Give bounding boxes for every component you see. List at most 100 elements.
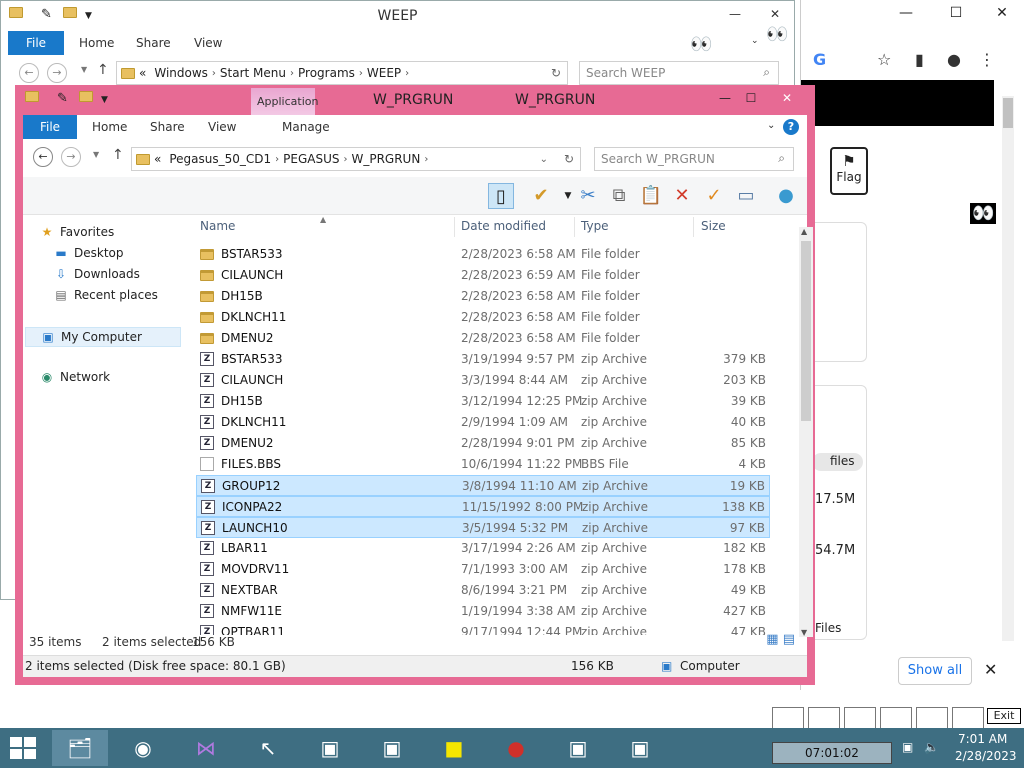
files-chip[interactable]: files <box>812 453 863 471</box>
bookmark-star-icon[interactable]: ☆ <box>877 50 891 69</box>
address-overflow[interactable]: « <box>154 152 161 166</box>
visual-studio-taskbar-icon[interactable]: ⋈ <box>178 730 234 766</box>
file-row[interactable]: Z DMENU2 2/28/1994 9:01 PM zip Archive 85 KB <box>196 433 770 454</box>
browser-minimize-button[interactable]: — <box>889 0 923 26</box>
help-icon[interactable]: ? <box>783 119 799 135</box>
nav-favorites[interactable]: ★ Favorites <box>39 225 115 239</box>
file-row[interactable]: Z GROUP12 3/8/1994 11:10 AM zip Archive 19 K… <box>196 475 770 496</box>
maximize-button[interactable]: ☐ <box>737 87 765 109</box>
properties-icon[interactable]: ✔ <box>528 183 554 209</box>
file-row[interactable]: Z MOVDRV11 7/1/1993 3:00 AM zip Archive 178 … <box>196 559 770 580</box>
back-icon[interactable]: ← <box>19 63 39 83</box>
file-row[interactable]: Z NEXTBAR 8/6/1994 3:21 PM zip Archive 49 KB <box>196 580 770 601</box>
google-icon[interactable]: G <box>813 50 826 69</box>
weep-view-tab[interactable]: View <box>194 36 222 50</box>
show-all-button[interactable]: Show all <box>898 657 972 685</box>
application-tools-tab[interactable]: Application <box>251 88 318 115</box>
address-dropdown-icon[interactable]: ⌄ <box>540 154 548 165</box>
cursor-app-taskbar-icon[interactable]: ↖ <box>240 730 296 766</box>
browser-maximize-button[interactable]: ☐ <box>939 0 973 26</box>
volume-tray-icon[interactable]: 🔈 <box>924 740 939 754</box>
weep-home-tab[interactable]: Home <box>79 36 114 50</box>
copy-icon[interactable]: ⧉ <box>606 183 632 209</box>
file-row[interactable]: DH15B 2/28/2023 6:58 AM File folder <box>196 286 770 307</box>
file-row[interactable]: Z OPTBAR11 9/17/1994 12:44 PM zip Archive 47… <box>196 622 770 635</box>
address-segment[interactable]: Windows <box>154 66 208 80</box>
file-explorer-taskbar-icon[interactable]: 🗂 <box>52 730 108 766</box>
weep-close-button[interactable]: ✕ <box>761 3 789 25</box>
nav-network[interactable]: ◉ Network <box>39 370 110 384</box>
paste-icon[interactable]: 📋 <box>638 183 664 209</box>
address-segment[interactable]: Pegasus_50_CD1 <box>169 152 271 166</box>
window-app-taskbar-icon[interactable]: ▣ <box>302 730 358 766</box>
weep-file-tab[interactable]: File <box>8 31 64 55</box>
file-row[interactable]: CILAUNCH 2/28/2023 6:59 AM File folder <box>196 265 770 286</box>
quick-access-dropdown-icon[interactable]: ▼ <box>101 95 108 105</box>
file-row[interactable]: Z LBAR11 3/17/1994 2:26 AM zip Archive 182 K… <box>196 538 770 559</box>
scroll-down-icon[interactable]: ▼ <box>801 628 807 637</box>
nav-my-computer[interactable]: ▣ My Computer <box>25 327 181 347</box>
file-row[interactable]: Z BSTAR533 3/19/1994 9:57 PM zip Archive 379… <box>196 349 770 370</box>
preview-pane-icon[interactable]: ▯ <box>488 183 514 209</box>
address-segment[interactable]: Start Menu <box>220 66 286 80</box>
weep-search-input[interactable]: Search WEEP ⌕ <box>579 61 779 85</box>
address-bar[interactable]: « Pegasus_50_CD1 › PEGASUS › W_PRGRUN › ⌄ ↻ <box>131 147 581 171</box>
delete-icon[interactable]: ✕ <box>669 183 695 209</box>
network-tray-icon[interactable]: ▣ <box>902 740 913 754</box>
browser-scrollbar[interactable] <box>1002 96 1014 641</box>
column-header-date[interactable]: Date modified <box>461 219 546 233</box>
weep-address-bar[interactable]: « Windows › Start Menu › Programs › WEEP › ↻ <box>116 61 568 85</box>
new-folder-icon[interactable] <box>79 91 93 106</box>
flag-button[interactable]: ⚑ Flag <box>830 147 868 195</box>
rename-icon[interactable]: ▭ <box>733 183 759 209</box>
scroll-up-icon[interactable]: ▲ <box>801 227 807 236</box>
nav-desktop[interactable]: ▬ Desktop <box>53 246 123 260</box>
exit-button[interactable]: Exit <box>987 708 1021 724</box>
window-app-taskbar-icon[interactable]: ▣ <box>364 730 420 766</box>
recent-locations-icon[interactable]: ▼ <box>81 65 87 74</box>
refresh-icon[interactable]: ↻ <box>551 66 561 80</box>
address-segment[interactable]: PEGASUS <box>283 152 339 166</box>
manage-tab[interactable]: Manage <box>282 120 330 134</box>
yellow-face-taskbar-icon[interactable]: ■ <box>426 730 482 766</box>
chrome-taskbar-icon[interactable]: ◉ <box>115 730 171 766</box>
globe-icon[interactable]: ● <box>773 183 799 209</box>
file-row[interactable]: DMENU2 2/28/2023 6:58 AM File folder <box>196 328 770 349</box>
up-icon[interactable]: ↑ <box>112 147 124 163</box>
file-list-scrollbar[interactable]: ▲ ▼ <box>799 227 813 637</box>
side-panel-icon[interactable]: ▮ <box>915 50 924 69</box>
ribbon-expand-icon[interactable]: ⌄ <box>767 120 775 131</box>
close-button[interactable]: ✕ <box>767 87 807 109</box>
file-row[interactable]: DKLNCH11 2/28/2023 6:58 AM File folder <box>196 307 770 328</box>
nav-downloads[interactable]: ⇩ Downloads <box>53 267 140 281</box>
back-icon[interactable]: ← <box>33 147 53 167</box>
minimize-button[interactable]: — <box>711 87 739 109</box>
file-row[interactable]: Z CILAUNCH 3/3/1994 8:44 AM zip Archive 203 … <box>196 370 770 391</box>
file-row[interactable]: Z NMFW11E 1/19/1994 3:38 AM zip Archive 427 … <box>196 601 770 622</box>
address-overflow[interactable]: « <box>139 66 146 80</box>
address-segment[interactable]: WEEP <box>367 66 401 80</box>
file-row[interactable]: Z ICONPA22 11/15/1992 8:00 PM zip Archive 13… <box>196 496 770 517</box>
file-row[interactable]: Z DKLNCH11 2/9/1994 1:09 AM zip Archive 40 K… <box>196 412 770 433</box>
start-button[interactable] <box>10 737 36 759</box>
menu-kebab-icon[interactable]: ⋮ <box>979 50 995 69</box>
up-icon[interactable]: ↑ <box>97 62 109 78</box>
view-tab[interactable]: View <box>208 120 236 134</box>
tray-date[interactable]: 2/28/2023 <box>955 749 1017 763</box>
forward-icon[interactable]: → <box>47 63 67 83</box>
scroll-thumb[interactable] <box>801 241 811 421</box>
checkmark-icon[interactable]: ✓ <box>701 183 727 209</box>
address-segment[interactable]: Programs <box>298 66 355 80</box>
column-header-size[interactable]: Size <box>701 219 726 233</box>
tray-time[interactable]: 7:01 AM <box>958 732 1007 746</box>
properties-icon[interactable]: ✎ <box>57 91 68 106</box>
weep-share-tab[interactable]: Share <box>136 36 171 50</box>
view-toggle-icons[interactable]: ▦ ▤ <box>766 632 795 647</box>
red-creature-taskbar-icon[interactable]: ● <box>488 730 544 766</box>
recent-locations-icon[interactable]: ▼ <box>93 150 99 159</box>
address-segment[interactable]: W_PRGRUN <box>351 152 420 166</box>
profile-icon[interactable]: ● <box>947 50 961 69</box>
window-app-taskbar-icon[interactable]: ▣ <box>550 730 606 766</box>
column-header-type[interactable]: Type <box>581 219 609 233</box>
refresh-icon[interactable]: ↻ <box>564 152 574 166</box>
